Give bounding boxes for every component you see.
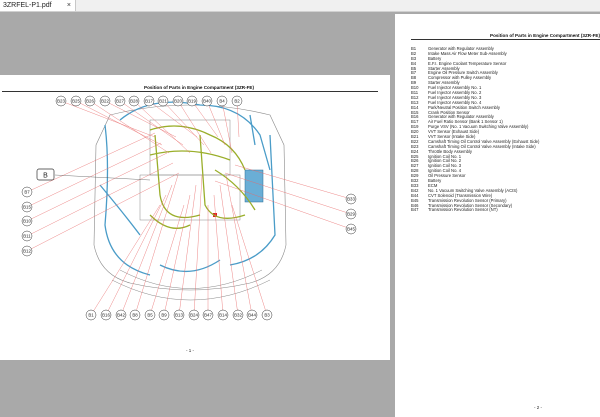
harness-blue: [249, 114, 256, 146]
leader-line: [26, 172, 180, 252]
callout-label: B20: [174, 99, 182, 104]
harness-green: [199, 134, 246, 219]
callout-label: B33: [347, 197, 355, 202]
callout-label: B8: [132, 313, 138, 318]
page-number: - 1 -: [186, 348, 195, 353]
callout-label: B1: [88, 313, 94, 318]
callout-label: B17: [145, 99, 153, 104]
group-leader: [54, 174, 151, 181]
callout-label: B44: [248, 313, 256, 318]
callout-label: B22: [101, 99, 109, 104]
leader-line: [149, 204, 185, 316]
parts-list: B1 Generator with Regulator Assembly B2 Int…: [411, 46, 539, 213]
harness-blue: [159, 259, 221, 273]
callout-label: B29: [347, 212, 355, 217]
callout-label: B25: [72, 99, 80, 104]
engine-compartment-diagram: B23 B25 B26 B22 B27 B28 B17 B21 B20 B19 B40 B4 B2 B7 B…: [21, 95, 357, 321]
leader-line: [162, 100, 205, 146]
callout-label: B12: [23, 249, 31, 254]
callout-label: B42: [117, 313, 125, 318]
leader-line: [105, 194, 167, 316]
callout-label: B13: [175, 313, 183, 318]
leader-line: [148, 100, 198, 138]
pdf-page-2: Position of Parts in Engine Compartment …: [395, 14, 600, 417]
callout-label: B27: [116, 99, 124, 104]
callout-label: B16: [102, 313, 110, 318]
callout-label: B3: [264, 313, 270, 318]
group-label: B: [43, 173, 48, 180]
callout-label: B23: [57, 99, 65, 104]
list-item: B47 Transmission Revolution Sensor (NT): [411, 207, 539, 213]
callout-label: B19: [188, 99, 196, 104]
callout-label: B32: [234, 313, 242, 318]
leader-line: [213, 194, 224, 316]
callout-label: B14: [219, 313, 227, 318]
leader-line: [26, 132, 156, 193]
page-number: - 2 -: [534, 405, 543, 410]
harness-green: [149, 125, 246, 171]
part-name: Transmission Revolution Sensor (NT): [428, 207, 498, 213]
leader-line: [214, 180, 352, 230]
tab-title: 3ZRFEL-P1.pdf: [3, 2, 52, 9]
callout-label: B9: [161, 313, 167, 318]
callout-label: B24: [190, 313, 198, 318]
callout-label: B10: [23, 219, 31, 224]
callout-label: B5: [147, 313, 153, 318]
callout-label: B26: [86, 99, 94, 104]
tab-bar: 3ZRFEL-P1.pdf ×: [0, 0, 600, 12]
callout-label: B47: [204, 313, 212, 318]
callout-label: B40: [203, 99, 211, 104]
leader-line: [178, 184, 197, 316]
leader-line: [231, 204, 268, 316]
leader-line: [26, 152, 168, 222]
callout-label: B4: [219, 99, 225, 104]
callout-label: B15: [23, 205, 31, 210]
page-title: Position of Parts in Engine Compartment …: [490, 33, 600, 38]
tab-document[interactable]: 3ZRFEL-P1.pdf ×: [0, 0, 76, 11]
title-rule: [411, 39, 600, 40]
pdf-page-1: Position of Parts in Engine Compartment …: [0, 75, 390, 360]
callout-label: B21: [159, 99, 167, 104]
callout-label: B28: [130, 99, 138, 104]
harness-blue: [119, 101, 271, 171]
leader-line: [163, 194, 191, 316]
close-icon[interactable]: ×: [67, 0, 71, 11]
leader-line: [193, 174, 203, 316]
leader-line: [236, 100, 240, 138]
leader-line: [120, 184, 173, 316]
callout-label: B11: [23, 234, 31, 239]
callout-label: B2: [234, 99, 240, 104]
leader-line: [90, 204, 161, 316]
callout-label: B45: [347, 227, 355, 232]
callout-label: B7: [24, 190, 30, 195]
part-code: B47: [411, 207, 419, 213]
